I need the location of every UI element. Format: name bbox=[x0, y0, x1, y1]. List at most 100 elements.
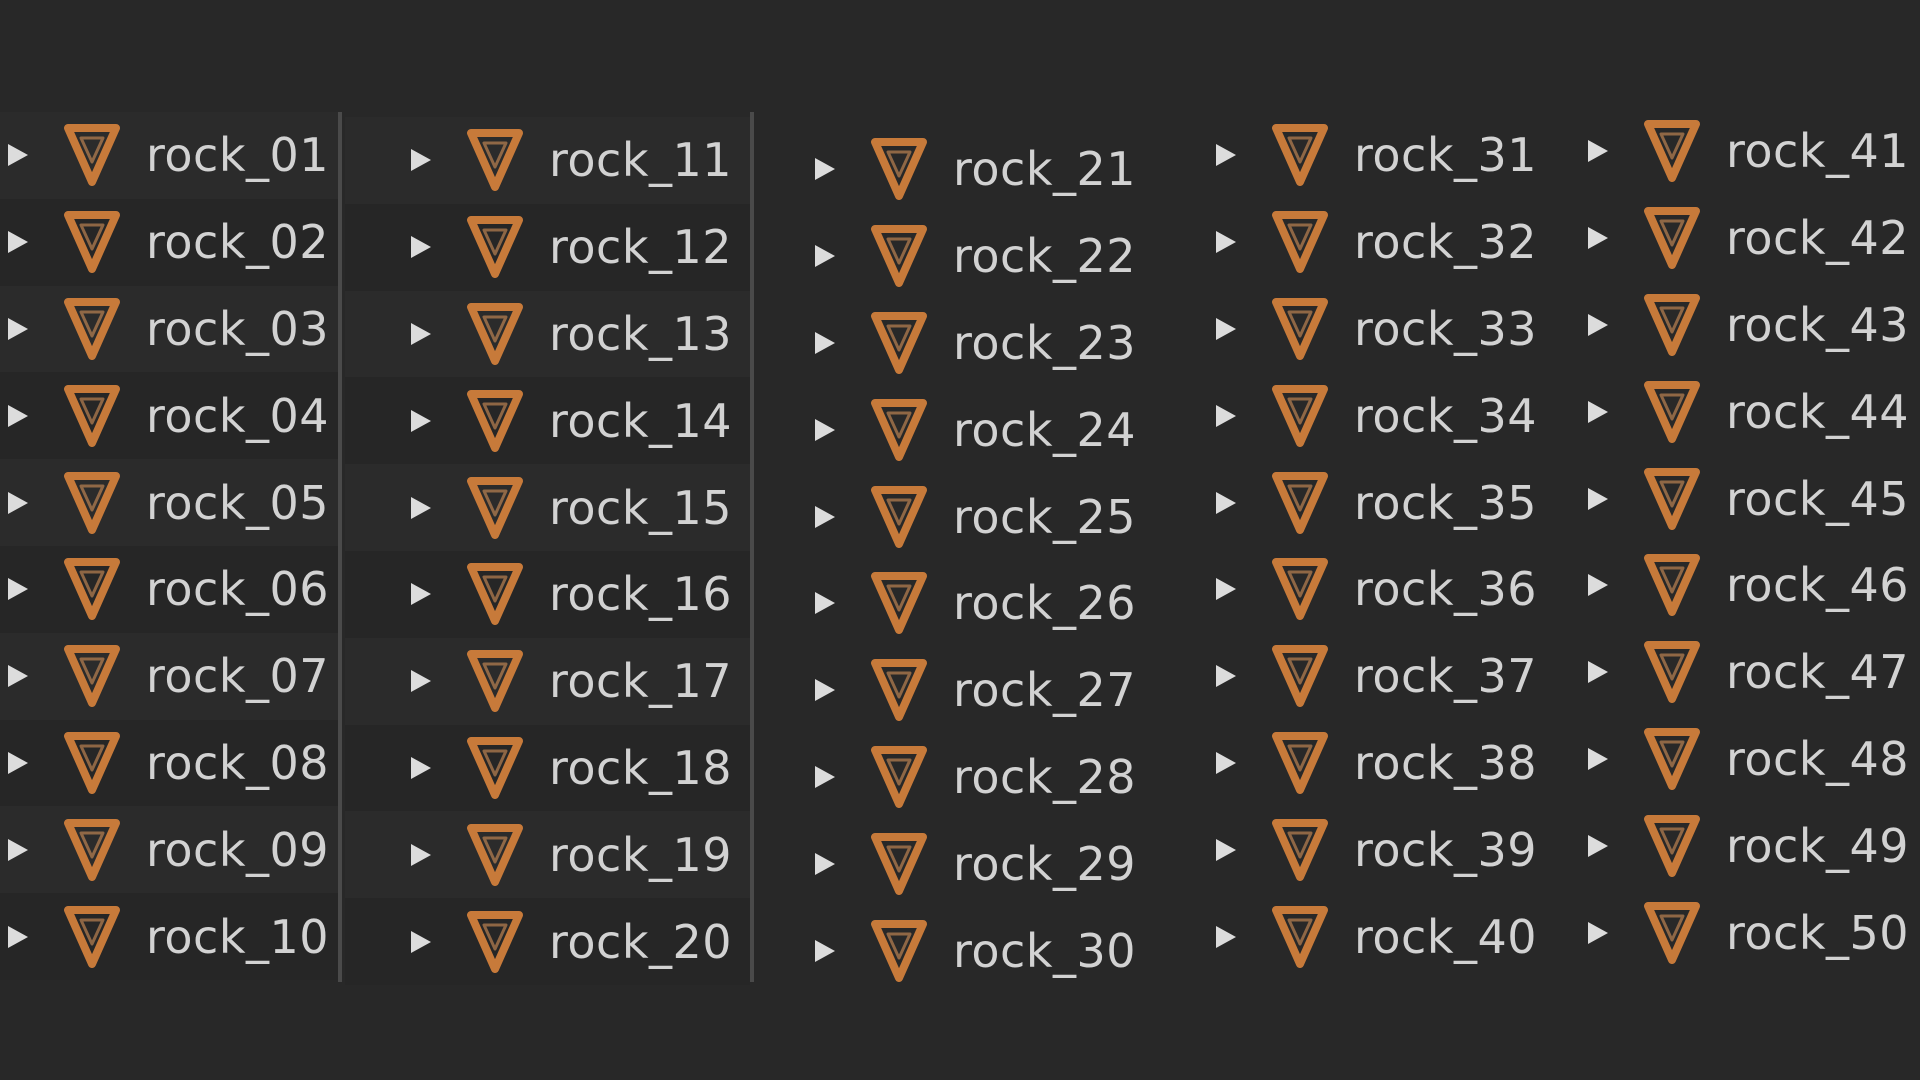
outliner-item[interactable]: rock_09 bbox=[0, 806, 338, 894]
expand-arrow-icon[interactable] bbox=[411, 236, 431, 259]
outliner-item[interactable]: rock_37 bbox=[1160, 633, 1537, 720]
expand-arrow-icon[interactable] bbox=[815, 765, 835, 788]
expand-arrow-icon[interactable] bbox=[411, 670, 431, 693]
expand-arrow-icon[interactable] bbox=[1216, 578, 1236, 601]
expand-arrow-icon[interactable] bbox=[411, 322, 431, 345]
expand-arrow-icon[interactable] bbox=[411, 583, 431, 606]
expand-arrow-icon[interactable] bbox=[411, 149, 431, 172]
outliner-item[interactable]: rock_28 bbox=[755, 734, 1150, 821]
expand-arrow-icon[interactable] bbox=[815, 331, 835, 354]
expand-arrow-icon[interactable] bbox=[815, 852, 835, 875]
outliner-item[interactable]: rock_21 bbox=[755, 126, 1150, 213]
expand-arrow-icon[interactable] bbox=[1588, 487, 1608, 510]
outliner-item[interactable]: rock_29 bbox=[755, 820, 1150, 907]
expand-arrow-icon[interactable] bbox=[1588, 313, 1608, 336]
expand-arrow-icon[interactable] bbox=[1588, 227, 1608, 250]
outliner-item[interactable]: rock_50 bbox=[1540, 889, 1920, 976]
expand-arrow-icon[interactable] bbox=[1588, 140, 1608, 163]
outliner-item[interactable]: rock_40 bbox=[1160, 893, 1537, 980]
expand-arrow-icon[interactable] bbox=[815, 505, 835, 528]
outliner-item[interactable]: rock_05 bbox=[0, 459, 338, 546]
expand-arrow-icon[interactable] bbox=[411, 756, 431, 779]
expand-arrow-icon[interactable] bbox=[8, 925, 28, 948]
outliner-item[interactable]: rock_10 bbox=[0, 893, 338, 980]
expand-arrow-icon[interactable] bbox=[411, 409, 431, 432]
expand-arrow-icon[interactable] bbox=[815, 245, 835, 268]
outliner-item[interactable]: rock_47 bbox=[1540, 629, 1920, 716]
outliner-item[interactable]: rock_02 bbox=[0, 198, 338, 286]
expand-arrow-icon[interactable] bbox=[1216, 231, 1236, 254]
outliner-item[interactable]: rock_25 bbox=[755, 473, 1150, 560]
outliner-item[interactable]: rock_43 bbox=[1540, 282, 1920, 369]
outliner-item[interactable]: rock_03 bbox=[0, 285, 338, 373]
expand-arrow-icon[interactable] bbox=[1588, 747, 1608, 770]
outliner-item[interactable]: rock_30 bbox=[755, 907, 1150, 994]
outliner-item[interactable]: rock_46 bbox=[1540, 542, 1920, 629]
outliner-item[interactable]: rock_20 bbox=[345, 898, 750, 985]
outliner-item[interactable]: rock_27 bbox=[755, 647, 1150, 734]
expand-arrow-icon[interactable] bbox=[8, 578, 28, 601]
outliner-item[interactable]: rock_07 bbox=[0, 632, 338, 720]
outliner-item[interactable]: rock_45 bbox=[1540, 455, 1920, 542]
outliner-item[interactable]: rock_32 bbox=[1160, 199, 1537, 286]
expand-arrow-icon[interactable] bbox=[815, 158, 835, 181]
expand-arrow-icon[interactable] bbox=[411, 496, 431, 519]
outliner-item[interactable]: rock_44 bbox=[1540, 368, 1920, 455]
expand-arrow-icon[interactable] bbox=[8, 838, 28, 861]
outliner-item[interactable]: rock_14 bbox=[345, 377, 750, 465]
outliner-item[interactable]: rock_39 bbox=[1160, 806, 1537, 893]
outliner-item[interactable]: rock_19 bbox=[345, 811, 750, 899]
outliner-item[interactable]: rock_33 bbox=[1160, 286, 1537, 373]
outliner-item[interactable]: rock_06 bbox=[0, 545, 338, 633]
outliner-item[interactable]: rock_12 bbox=[345, 203, 750, 291]
expand-arrow-icon[interactable] bbox=[1588, 400, 1608, 423]
expand-arrow-icon[interactable] bbox=[1216, 317, 1236, 340]
expand-arrow-icon[interactable] bbox=[815, 592, 835, 615]
outliner-item[interactable]: rock_13 bbox=[345, 290, 750, 378]
outliner-item[interactable]: rock_48 bbox=[1540, 716, 1920, 803]
outliner-item[interactable]: rock_31 bbox=[1160, 112, 1537, 199]
outliner-item[interactable]: rock_11 bbox=[345, 117, 750, 204]
expand-arrow-icon[interactable] bbox=[8, 317, 28, 340]
expand-arrow-icon[interactable] bbox=[815, 679, 835, 702]
outliner-item[interactable]: rock_04 bbox=[0, 372, 338, 460]
expand-arrow-icon[interactable] bbox=[8, 144, 28, 167]
outliner-item[interactable]: rock_35 bbox=[1160, 459, 1537, 546]
expand-arrow-icon[interactable] bbox=[1588, 834, 1608, 857]
expand-arrow-icon[interactable] bbox=[815, 418, 835, 441]
expand-arrow-icon[interactable] bbox=[8, 231, 28, 254]
outliner-item[interactable]: rock_17 bbox=[345, 637, 750, 725]
outliner-item[interactable]: rock_26 bbox=[755, 560, 1150, 647]
outliner-item[interactable]: rock_18 bbox=[345, 724, 750, 812]
outliner-item[interactable]: rock_34 bbox=[1160, 372, 1537, 459]
expand-arrow-icon[interactable] bbox=[815, 939, 835, 962]
outliner-item[interactable]: rock_08 bbox=[0, 719, 338, 807]
expand-arrow-icon[interactable] bbox=[1216, 751, 1236, 774]
expand-arrow-icon[interactable] bbox=[8, 404, 28, 427]
expand-arrow-icon[interactable] bbox=[1216, 665, 1236, 688]
expand-arrow-icon[interactable] bbox=[1588, 574, 1608, 597]
outliner-item[interactable]: rock_01 bbox=[0, 112, 338, 199]
expand-arrow-icon[interactable] bbox=[8, 751, 28, 774]
outliner-item[interactable]: rock_41 bbox=[1540, 108, 1920, 195]
outliner-item[interactable]: rock_38 bbox=[1160, 720, 1537, 807]
outliner-item[interactable]: rock_36 bbox=[1160, 546, 1537, 633]
expand-arrow-icon[interactable] bbox=[1588, 661, 1608, 684]
outliner-item[interactable]: rock_23 bbox=[755, 300, 1150, 387]
expand-arrow-icon[interactable] bbox=[8, 491, 28, 514]
expand-arrow-icon[interactable] bbox=[1588, 921, 1608, 944]
outliner-item[interactable]: rock_24 bbox=[755, 386, 1150, 473]
expand-arrow-icon[interactable] bbox=[1216, 144, 1236, 167]
expand-arrow-icon[interactable] bbox=[1216, 491, 1236, 514]
expand-arrow-icon[interactable] bbox=[411, 930, 431, 953]
expand-arrow-icon[interactable] bbox=[1216, 838, 1236, 861]
outliner-item[interactable]: rock_15 bbox=[345, 464, 750, 551]
outliner-item[interactable]: rock_16 bbox=[345, 550, 750, 638]
expand-arrow-icon[interactable] bbox=[411, 843, 431, 866]
outliner-item[interactable]: rock_42 bbox=[1540, 195, 1920, 282]
expand-arrow-icon[interactable] bbox=[8, 665, 28, 688]
outliner-item[interactable]: rock_49 bbox=[1540, 802, 1920, 889]
outliner-item[interactable]: rock_22 bbox=[755, 213, 1150, 300]
expand-arrow-icon[interactable] bbox=[1216, 925, 1236, 948]
expand-arrow-icon[interactable] bbox=[1216, 404, 1236, 427]
